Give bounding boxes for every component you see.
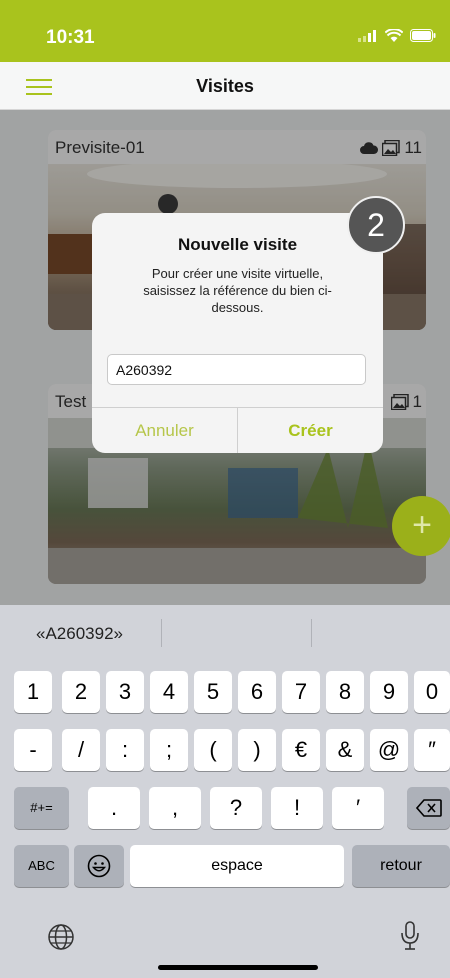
- key[interactable]: ?: [210, 787, 262, 829]
- key[interactable]: :: [106, 729, 144, 771]
- key[interactable]: 9: [370, 671, 408, 713]
- nav-bar: Visites: [0, 62, 450, 110]
- dialog-actions: Annuler Créer: [92, 407, 383, 453]
- keyboard: «A260392» 1 2 3 4 5 6 7 8 9 0 - / : ; ( …: [0, 605, 450, 978]
- reference-input[interactable]: A260392: [107, 354, 366, 385]
- emoji-icon: [87, 854, 111, 878]
- key[interactable]: 7: [282, 671, 320, 713]
- microphone-icon[interactable]: [400, 921, 420, 951]
- key[interactable]: /: [62, 729, 100, 771]
- status-icons: [358, 29, 436, 42]
- space-key[interactable]: espace: [130, 845, 344, 887]
- key[interactable]: &: [326, 729, 364, 771]
- key[interactable]: .: [88, 787, 140, 829]
- suggestion-bar: «A260392»: [0, 605, 450, 660]
- emoji-key[interactable]: [74, 845, 124, 887]
- key[interactable]: 1: [14, 671, 52, 713]
- new-visit-dialog: Nouvelle visite Pour créer une visite vi…: [92, 213, 383, 453]
- status-bar: 10:31: [0, 0, 450, 62]
- key[interactable]: ″: [414, 729, 450, 771]
- wifi-icon: [385, 29, 403, 42]
- key[interactable]: (: [194, 729, 232, 771]
- abc-key[interactable]: ABC: [14, 845, 69, 887]
- dialog-title: Nouvelle visite: [177, 235, 298, 254]
- key[interactable]: 5: [194, 671, 232, 713]
- dialog-message: Pour créer une visite virtuelle, saisiss…: [143, 266, 332, 315]
- key[interactable]: ;: [150, 729, 188, 771]
- suggestion-divider: [311, 619, 312, 647]
- key[interactable]: 0: [414, 671, 450, 713]
- battery-icon: [410, 29, 436, 42]
- key[interactable]: -: [14, 729, 52, 771]
- phone-screen: 10:31 Visites Previsite-01 11 Test 1 + N…: [0, 0, 450, 978]
- key[interactable]: ,: [149, 787, 201, 829]
- key[interactable]: !: [271, 787, 323, 829]
- return-key[interactable]: retour: [352, 845, 450, 887]
- backspace-icon: [415, 799, 442, 817]
- page-title: Visites: [196, 76, 254, 96]
- cancel-button[interactable]: Annuler: [92, 408, 238, 453]
- status-time: 10:31: [46, 27, 95, 48]
- create-button[interactable]: Créer: [238, 408, 383, 453]
- suggestion-item[interactable]: «A260392»: [36, 624, 123, 644]
- key[interactable]: 2: [62, 671, 100, 713]
- key[interactable]: ): [238, 729, 276, 771]
- key[interactable]: 3: [106, 671, 144, 713]
- globe-icon[interactable]: [47, 923, 75, 951]
- key[interactable]: ′: [332, 787, 384, 829]
- backspace-key[interactable]: [407, 787, 450, 829]
- signal-icon: [358, 29, 376, 42]
- symbols-mode-key[interactable]: #+=: [14, 787, 69, 829]
- home-indicator: [158, 965, 318, 970]
- key[interactable]: 6: [238, 671, 276, 713]
- key[interactable]: @: [370, 729, 408, 771]
- key[interactable]: €: [282, 729, 320, 771]
- add-visit-button[interactable]: +: [392, 496, 450, 556]
- key[interactable]: 8: [326, 671, 364, 713]
- step-badge: 2: [347, 196, 405, 254]
- key[interactable]: 4: [150, 671, 188, 713]
- suggestion-divider: [161, 619, 162, 647]
